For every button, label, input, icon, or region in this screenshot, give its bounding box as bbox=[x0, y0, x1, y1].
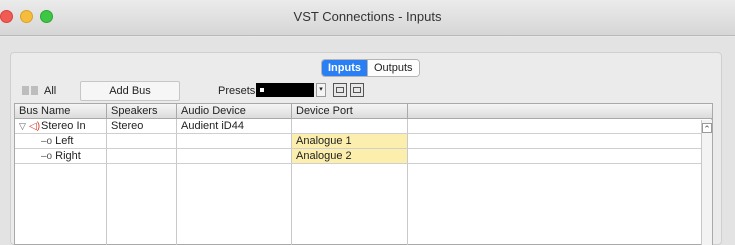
speakers-cell[interactable]: Stereo bbox=[107, 119, 177, 133]
channel-name: Right bbox=[55, 150, 81, 162]
disclosure-triangle-icon[interactable]: ▽ bbox=[19, 119, 29, 133]
vertical-scrollbar[interactable]: ⌃ bbox=[701, 120, 712, 245]
audio-device-cell[interactable] bbox=[177, 134, 292, 148]
empty-cell bbox=[408, 149, 712, 163]
vst-connections-window: VST Connections - Inputs Inputs Outputs … bbox=[0, 0, 735, 245]
column-header-empty bbox=[408, 104, 712, 119]
window-title: VST Connections - Inputs bbox=[293, 9, 442, 24]
all-toggle[interactable] bbox=[22, 86, 38, 95]
column-header-device-port[interactable]: Device Port bbox=[292, 104, 408, 119]
speaker-icon: ◁) bbox=[29, 121, 41, 132]
table-body: ▽ ◁)Stereo In Stereo Audient iD44 –o Left … bbox=[15, 119, 712, 164]
add-bus-button[interactable]: Add Bus bbox=[80, 81, 180, 101]
column-divider bbox=[15, 164, 107, 245]
table-header: Bus Name Speakers Audio Device Device Po… bbox=[15, 104, 712, 119]
save-preset-icon[interactable] bbox=[333, 83, 347, 97]
tab-inputs[interactable]: Inputs bbox=[322, 60, 367, 76]
column-header-audio-device[interactable]: Audio Device bbox=[177, 104, 292, 119]
presets-select[interactable] bbox=[256, 83, 314, 97]
presets-label: Presets bbox=[218, 85, 256, 97]
speakers-cell[interactable] bbox=[107, 134, 177, 148]
bus-name-cell[interactable]: ▽ ◁)Stereo In bbox=[15, 119, 107, 133]
column-divider bbox=[107, 164, 177, 245]
connections-table: Bus Name Speakers Audio Device Device Po… bbox=[14, 103, 713, 245]
toolbar: All Add Bus Presets ▾ bbox=[0, 81, 735, 105]
table-row[interactable]: –o Left Analogue 1 bbox=[15, 134, 712, 149]
device-port-cell[interactable]: Analogue 2 bbox=[292, 149, 408, 163]
bus-name-cell[interactable]: –o Right bbox=[15, 149, 107, 163]
speakers-cell[interactable] bbox=[107, 149, 177, 163]
title-bar[interactable]: VST Connections - Inputs bbox=[0, 0, 735, 36]
channel-connector-icon: –o bbox=[41, 136, 53, 147]
audio-device-cell[interactable] bbox=[177, 149, 292, 163]
presets-dropdown-icon[interactable]: ▾ bbox=[316, 83, 326, 97]
empty-cell bbox=[408, 119, 712, 133]
column-header-speakers[interactable]: Speakers bbox=[107, 104, 177, 119]
column-header-bus-name[interactable]: Bus Name bbox=[15, 104, 107, 119]
column-divider bbox=[292, 164, 408, 245]
table-row[interactable]: ▽ ◁)Stereo In Stereo Audient iD44 bbox=[15, 119, 712, 134]
audio-device-cell[interactable]: Audient iD44 bbox=[177, 119, 292, 133]
column-divider bbox=[177, 164, 292, 245]
empty-cell bbox=[408, 134, 712, 148]
channel-connector-icon: –o bbox=[41, 151, 53, 162]
bus-name-cell[interactable]: –o Left bbox=[15, 134, 107, 148]
inputs-outputs-tabs: Inputs Outputs bbox=[321, 59, 420, 77]
all-label[interactable]: All bbox=[44, 85, 56, 97]
bus-name: Stereo In bbox=[41, 120, 86, 132]
tab-outputs[interactable]: Outputs bbox=[367, 60, 419, 76]
table-row[interactable]: –o Right Analogue 2 bbox=[15, 149, 712, 164]
device-port-cell[interactable]: Analogue 1 bbox=[292, 134, 408, 148]
channel-name: Left bbox=[55, 135, 74, 147]
device-port-cell[interactable] bbox=[292, 119, 408, 133]
remove-preset-icon[interactable] bbox=[350, 83, 364, 97]
scroll-up-icon[interactable]: ⌃ bbox=[702, 123, 712, 134]
